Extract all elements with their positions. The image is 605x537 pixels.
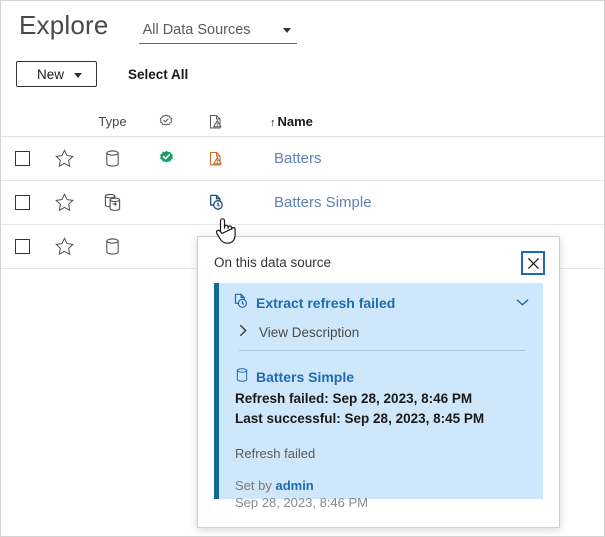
- database-icon: [85, 149, 140, 168]
- alert-message: Refresh failed: [233, 446, 529, 461]
- page-header: Explore All Data Sources: [1, 1, 604, 45]
- view-description-toggle[interactable]: View Description: [233, 324, 529, 340]
- favorite-star-icon[interactable]: [43, 236, 85, 257]
- alert-divider: [239, 350, 525, 351]
- published-database-icon: [85, 193, 140, 212]
- favorite-star-icon[interactable]: [43, 192, 85, 213]
- column-header-type[interactable]: Type: [85, 114, 140, 129]
- chevron-down-icon: [283, 28, 291, 33]
- set-by-prefix: Set by: [235, 478, 275, 493]
- row-checkbox[interactable]: [15, 151, 30, 166]
- last-successful-timestamp: Last successful: Sep 28, 2023, 8:45 PM: [233, 411, 529, 426]
- table-row[interactable]: Batters Simple: [1, 181, 604, 225]
- row-checkbox-cell: [1, 151, 43, 166]
- chevron-down-icon[interactable]: [516, 296, 529, 309]
- data-source-link[interactable]: Batters: [274, 150, 322, 167]
- row-name-cell: Batters Simple: [240, 194, 604, 212]
- extract-refresh-failed-icon: [233, 293, 249, 312]
- select-all-button[interactable]: Select All: [128, 67, 188, 82]
- row-name-cell: Batters: [240, 150, 604, 168]
- table-header-row: Type ↑Name: [1, 107, 604, 137]
- refresh-failed-timestamp: Refresh failed: Sep 28, 2023, 8:46 PM: [233, 391, 529, 406]
- certification-badge-icon[interactable]: [140, 114, 192, 130]
- certified-badge-icon[interactable]: [140, 150, 192, 167]
- column-header-name[interactable]: ↑Name: [240, 114, 604, 129]
- table-row[interactable]: Batters: [1, 137, 604, 181]
- explore-page: Explore All Data Sources New Select All …: [0, 0, 605, 537]
- alert-set-by-date: Sep 28, 2023, 8:46 PM: [233, 495, 529, 510]
- set-by-user-link[interactable]: admin: [275, 478, 313, 493]
- alert-header[interactable]: Extract refresh failed: [233, 293, 529, 312]
- alert-data-source-name: Batters Simple: [256, 369, 354, 385]
- column-header-name-label: Name: [278, 114, 313, 129]
- close-icon[interactable]: [521, 251, 545, 275]
- alert-set-by: Set by admin: [233, 478, 529, 493]
- row-checkbox[interactable]: [15, 195, 30, 210]
- toolbar: New Select All: [1, 61, 604, 87]
- favorite-star-icon[interactable]: [43, 148, 85, 169]
- database-icon: [85, 237, 140, 256]
- data-source-link[interactable]: Batters Simple: [274, 194, 372, 211]
- row-checkbox[interactable]: [15, 239, 30, 254]
- view-description-label: View Description: [259, 325, 359, 340]
- chevron-down-icon: [74, 73, 82, 78]
- data-source-filter-dropdown[interactable]: All Data Sources: [139, 21, 297, 44]
- quality-warning-icon[interactable]: [192, 151, 240, 167]
- new-button[interactable]: New: [16, 61, 97, 87]
- data-quality-popover: On this data source Extract refresh fail…: [197, 236, 560, 528]
- data-source-filter-label: All Data Sources: [143, 22, 251, 38]
- alert-title: Extract refresh failed: [256, 295, 395, 311]
- extract-refresh-failed-alert: Extract refresh failed View Description: [214, 283, 543, 499]
- chevron-right-icon: [239, 324, 247, 340]
- data-quality-warning-icon[interactable]: [192, 114, 240, 130]
- extract-refresh-failed-icon[interactable]: [192, 194, 240, 211]
- popover-title: On this data source: [198, 237, 559, 270]
- new-button-label: New: [37, 67, 64, 82]
- page-title: Explore: [19, 9, 109, 41]
- database-icon: [235, 367, 249, 386]
- row-checkbox-cell: [1, 195, 43, 210]
- row-checkbox-cell: [1, 239, 43, 254]
- alert-data-source-link[interactable]: Batters Simple: [233, 367, 529, 386]
- sort-ascending-icon: ↑: [270, 117, 276, 129]
